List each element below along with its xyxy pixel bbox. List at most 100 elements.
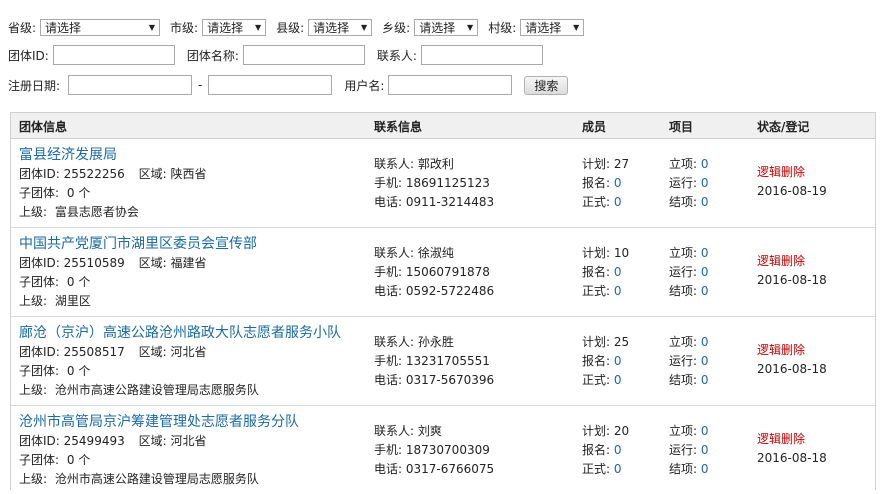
tel-line: 电话: 0911-3214483 — [374, 193, 494, 212]
register-date: 2016-08-18 — [757, 362, 827, 376]
plan-value: 10 — [613, 246, 630, 260]
region-label: 区域: — [138, 434, 167, 448]
running-line: 运行: 0 — [669, 174, 709, 193]
header-status: 状态/登记 — [757, 120, 810, 134]
group-name-link[interactable]: 富县经济发展局 — [19, 145, 206, 165]
contact-label: 联系人: — [374, 424, 415, 438]
status-badge[interactable]: 逻辑删除 — [757, 252, 827, 271]
formal-link[interactable]: 0 — [614, 284, 622, 298]
tel-line: 电话: 0317-6766075 — [374, 460, 494, 479]
projects-cell: 立项: 0 运行: 0 结项: 0 — [669, 422, 709, 479]
parent-line: 上级: 沧州市高速公路建设管理局志愿服务队 — [19, 381, 341, 400]
group-name-link[interactable]: 沧州市高管局京沪筹建管理处志愿者服务分队 — [19, 412, 299, 432]
status-badge[interactable]: 逻辑删除 — [757, 430, 827, 449]
signup-link[interactable]: 0 — [614, 354, 622, 368]
village-select[interactable]: 请选择 ▼ — [520, 18, 585, 36]
contact-line: 联系人: 刘爽 — [374, 422, 494, 441]
closed-link[interactable]: 0 — [701, 284, 709, 298]
contact-line: 联系人: 孙永胜 — [374, 333, 494, 352]
group-id-label: 团体ID: — [19, 167, 60, 181]
group-id-value: 25499493 — [63, 434, 125, 448]
table-row: 廊沧（京沪）高速公路沧州路政大队志愿者服务小队 团体ID: 25508517 区… — [11, 317, 875, 406]
contact-label: 联系人: — [374, 246, 415, 260]
region-value: 福建省 — [170, 256, 207, 270]
plan-line: 计划: 20 — [582, 422, 629, 441]
province-select[interactable]: 请选择 ▼ — [40, 18, 161, 36]
tel-value: 0592-5722486 — [405, 284, 495, 298]
setup-line: 立项: 0 — [669, 155, 709, 174]
county-label: 县级: — [276, 20, 305, 35]
phone-value: 13231705551 — [405, 354, 490, 368]
phone-label: 手机: — [374, 176, 403, 190]
sub-group-label: 子团体: — [19, 275, 60, 289]
plan-label: 计划: — [582, 246, 611, 260]
tel-label: 电话: — [374, 462, 403, 476]
running-link[interactable]: 0 — [701, 354, 709, 368]
contact-input[interactable] — [420, 45, 543, 65]
plan-value: 20 — [613, 424, 630, 438]
parent-value: 湖里区 — [54, 294, 91, 308]
setup-link[interactable]: 0 — [701, 424, 709, 438]
tel-value: 0911-3214483 — [405, 195, 495, 209]
closed-link[interactable]: 0 — [701, 462, 709, 476]
group-info-cell: 富县经济发展局 团体ID: 25522256 区域: 陕西省 子团体: 0 个 … — [19, 145, 206, 222]
closed-link[interactable]: 0 — [701, 373, 709, 387]
reg-date-end-input[interactable] — [208, 75, 333, 95]
date-separator: - — [198, 78, 203, 92]
table-row: 中国共产党厦门市湖里区委员会宣传部 团体ID: 25510589 区域: 福建省… — [11, 228, 875, 317]
tel-label: 电话: — [374, 284, 403, 298]
parent-label: 上级: — [19, 205, 48, 219]
closed-label: 结项: — [669, 195, 698, 209]
status-badge[interactable]: 逻辑删除 — [757, 341, 827, 360]
formal-link[interactable]: 0 — [614, 373, 622, 387]
running-line: 运行: 0 — [669, 352, 709, 371]
setup-line: 立项: 0 — [669, 422, 709, 441]
group-id-input[interactable] — [52, 45, 175, 65]
group-name-link[interactable]: 中国共产党厦门市湖里区委员会宣传部 — [19, 234, 257, 254]
contact-info-cell: 联系人: 孙永胜 手机: 13231705551 电话: 0317-567039… — [374, 333, 494, 390]
parent-label: 上级: — [19, 472, 48, 486]
parent-value: 沧州市高速公路建设管理局志愿服务队 — [54, 472, 259, 486]
phone-value: 15060791878 — [405, 265, 490, 279]
running-link[interactable]: 0 — [701, 265, 709, 279]
running-link[interactable]: 0 — [701, 443, 709, 457]
sub-group-label: 子团体: — [19, 453, 60, 467]
group-name-input[interactable] — [242, 45, 365, 65]
group-id-line: 团体ID: 25510589 区域: 福建省 — [19, 254, 257, 273]
table-row: 沧州市高管局京沪筹建管理处志愿者服务分队 团体ID: 25499493 区域: … — [11, 406, 875, 494]
formal-label: 正式: — [582, 284, 611, 298]
group-name-link[interactable]: 廊沧（京沪）高速公路沧州路政大队志愿者服务小队 — [19, 323, 341, 343]
city-select[interactable]: 请选择 ▼ — [202, 18, 267, 36]
contact-label: 联系人: — [374, 335, 415, 349]
county-select[interactable]: 请选择 ▼ — [308, 18, 373, 36]
parent-line: 上级: 湖里区 — [19, 292, 257, 311]
setup-link[interactable]: 0 — [701, 157, 709, 171]
signup-link[interactable]: 0 — [614, 176, 622, 190]
table-header: 团体信息 联系信息 成员 项目 状态/登记 — [11, 113, 875, 139]
closed-link[interactable]: 0 — [701, 195, 709, 209]
signup-link[interactable]: 0 — [614, 443, 622, 457]
closed-line: 结项: 0 — [669, 371, 709, 390]
formal-link[interactable]: 0 — [614, 462, 622, 476]
group-id-line: 团体ID: 25522256 区域: 陕西省 — [19, 165, 206, 184]
setup-label: 立项: — [669, 246, 698, 260]
chevron-down-icon: ▼ — [148, 22, 156, 32]
running-label: 运行: — [669, 265, 698, 279]
township-select[interactable]: 请选择 ▼ — [414, 18, 479, 36]
formal-link[interactable]: 0 — [614, 195, 622, 209]
setup-link[interactable]: 0 — [701, 246, 709, 260]
setup-link[interactable]: 0 — [701, 335, 709, 349]
running-label: 运行: — [669, 354, 698, 368]
reg-date-start-input[interactable] — [68, 75, 193, 95]
group-id-value: 25508517 — [63, 345, 125, 359]
search-button[interactable]: 搜索 — [524, 75, 569, 95]
plan-value: 25 — [613, 335, 630, 349]
contact-info-cell: 联系人: 郭改利 手机: 18691125123 电话: 0911-321448… — [374, 155, 494, 212]
username-input[interactable] — [388, 75, 513, 95]
register-date: 2016-08-18 — [757, 273, 827, 287]
contact-line: 联系人: 郭改利 — [374, 155, 494, 174]
group-id-label: 团体ID: — [19, 345, 60, 359]
signup-link[interactable]: 0 — [614, 265, 622, 279]
status-badge[interactable]: 逻辑删除 — [757, 163, 827, 182]
running-link[interactable]: 0 — [701, 176, 709, 190]
